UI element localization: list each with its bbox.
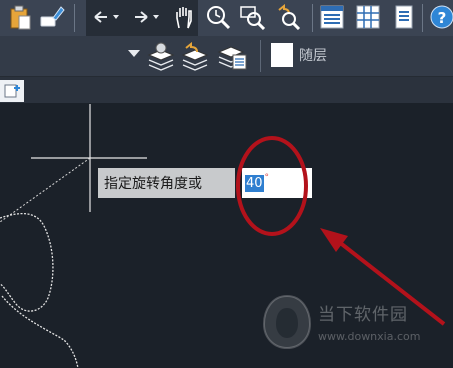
degree-symbol: ° [264,173,270,183]
watermark-url: www.downxia.com [318,330,421,343]
dynamic-input-prompt: 指定旋转角度或 [98,168,235,198]
watermark-logo [262,294,312,350]
rotation-angle-input[interactable]: 40 ° [242,168,312,198]
angle-value[interactable]: 40 [245,174,264,192]
prompt-text: 指定旋转角度或 [104,176,202,192]
watermark-brand: 当下软件园 [318,305,408,325]
rubber-band-line [0,157,91,223]
drawing-outline-lower [1,295,79,368]
drawing-outline-shape [0,213,54,312]
